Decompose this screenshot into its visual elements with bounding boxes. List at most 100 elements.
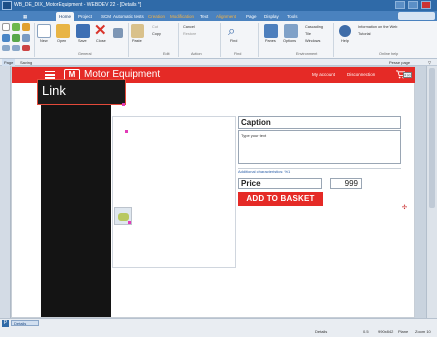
new-file-icon[interactable] [2,23,10,31]
link-control[interactable]: Link [37,79,126,106]
tab-project[interactable]: Project [75,12,95,21]
tab-text[interactable]: Text [197,12,211,21]
cascading-button[interactable]: Cascading [305,25,323,29]
selection-handle[interactable] [122,103,125,106]
status-zoom-value: 0.5 [363,329,369,334]
ribbon: New Open Save ✕ Close General Paste Cut … [0,21,437,59]
folder-icon[interactable] [22,23,30,31]
anchor-icon[interactable]: ✣ [402,204,407,211]
paste-icon[interactable] [131,24,144,38]
menu-icon[interactable] [45,71,55,79]
pesse-page[interactable]: Pesse page [389,59,410,66]
panes-button[interactable]: Panes [265,39,276,43]
product-image[interactable] [112,116,236,268]
tab-automatic-tests[interactable]: Automatic tests [110,12,147,21]
document-tab[interactable]: Details [11,320,39,326]
status-zoom: Zoom 10 [415,329,431,334]
maximize-icon[interactable] [408,1,418,9]
tab-tools[interactable]: Tools [284,12,301,21]
thumb-handle[interactable] [128,221,131,224]
paste-button[interactable]: Paste [132,39,142,43]
price-label: Price [238,178,322,189]
disconnection-link[interactable]: Disconnection [345,70,377,79]
page-canvas: M Motor Equipment My account Disconnecti… [11,66,415,318]
caption-field[interactable]: Caption [238,116,401,129]
panes-icon[interactable] [264,24,278,38]
group-environment: Environment [296,52,318,56]
link-label: Link [42,83,66,98]
find-button[interactable]: Find [230,39,237,43]
app-icon [2,1,12,10]
group-action: Action [191,52,202,56]
window-title: WB_DE_DIX_MotorEquipment - WEBDEV 22 - [… [14,2,142,8]
page-type-icon: P [2,320,9,327]
copy-button[interactable]: Copy [152,32,161,36]
tutorial-button[interactable]: Tutorial [358,32,371,36]
additional-characteristics: Additional characteristics: %1 [238,168,401,174]
tab-display[interactable]: Display [261,12,282,21]
group-edit: Edit [163,52,170,56]
tools-icon[interactable] [22,45,30,51]
tab-modification[interactable]: Modification [167,12,197,21]
vertical-scrollbar[interactable] [426,66,437,318]
find-icon[interactable]: ⌕ [228,23,235,39]
info-web-button[interactable]: Information on the Web [358,25,397,29]
help-button[interactable]: Help [341,39,349,43]
document-subbar: Page Saving Pesse page ▽ [0,59,437,66]
print-icon[interactable] [113,28,123,38]
go-icon[interactable] [12,34,20,42]
cut-button[interactable]: Cut [152,25,158,29]
tile-button[interactable]: Tile [305,32,311,36]
subtab-page[interactable]: Page [2,59,16,66]
group-find: Find [234,52,242,56]
tab-alignment[interactable]: Alignment [213,12,239,21]
left-gutter [0,66,11,318]
close-x-icon[interactable]: ✕ [94,23,108,38]
price-value[interactable]: 999 [330,178,362,189]
quick-toolbar[interactable] [398,12,435,20]
status-coords: 990x842 [378,329,394,334]
debug-icon[interactable] [22,34,30,42]
status-mode: Plane [398,329,409,334]
tab-creation[interactable]: Creation [145,12,168,21]
thumbnail-picture [118,213,129,221]
open-button[interactable]: Open [57,39,66,43]
image-handle[interactable] [125,130,128,133]
cart-count: 0 (x) [403,72,412,78]
title-bar: WB_DE_DIX_MotorEquipment - WEBDEV 22 - [… [0,0,437,11]
save-button[interactable]: Save [78,39,87,43]
minimize-icon[interactable] [395,1,405,9]
cancel-button[interactable]: Cancel [183,25,195,29]
group-general: General [78,52,92,56]
product-thumbnail[interactable] [114,207,132,225]
status-details: Details [315,329,328,334]
options-icon[interactable] [284,24,298,38]
add-to-basket-button[interactable]: ADD TO BASKET [238,192,323,206]
redo-icon[interactable] [12,45,20,51]
open-icon[interactable] [56,24,70,38]
project-icon[interactable] [2,34,10,42]
side-menu-panel [41,83,111,317]
new-button[interactable]: New [40,39,48,43]
save-icon[interactable] [76,24,90,38]
my-account-link[interactable]: My account [310,70,337,79]
undo-icon[interactable] [2,45,10,51]
tab-page[interactable]: Page [243,12,260,21]
options-button[interactable]: Options [283,39,296,43]
help-icon[interactable] [339,25,351,37]
menu-home-icon[interactable]: ▦ [20,12,30,21]
scroll-thumb[interactable] [429,68,435,208]
description-field[interactable]: Type your text [238,130,401,164]
filter-icon[interactable]: ▽ [428,59,431,66]
group-online-help: Online help [379,52,399,56]
tab-home[interactable]: Home [56,12,75,21]
menu-bar: ▦ Home Project SCM Automatic tests Creat… [0,11,437,21]
add-icon[interactable] [12,23,20,31]
close-button[interactable]: Close [96,39,106,43]
close-icon[interactable] [421,1,431,9]
windows-button[interactable]: Windows [305,39,320,43]
restore-button[interactable]: Restore [183,32,196,36]
status-bar: P Details Details 0.5 990x842 Plane Zoom… [0,318,437,337]
new-icon[interactable] [37,24,51,38]
subtab-saving[interactable]: Saving [20,59,32,66]
